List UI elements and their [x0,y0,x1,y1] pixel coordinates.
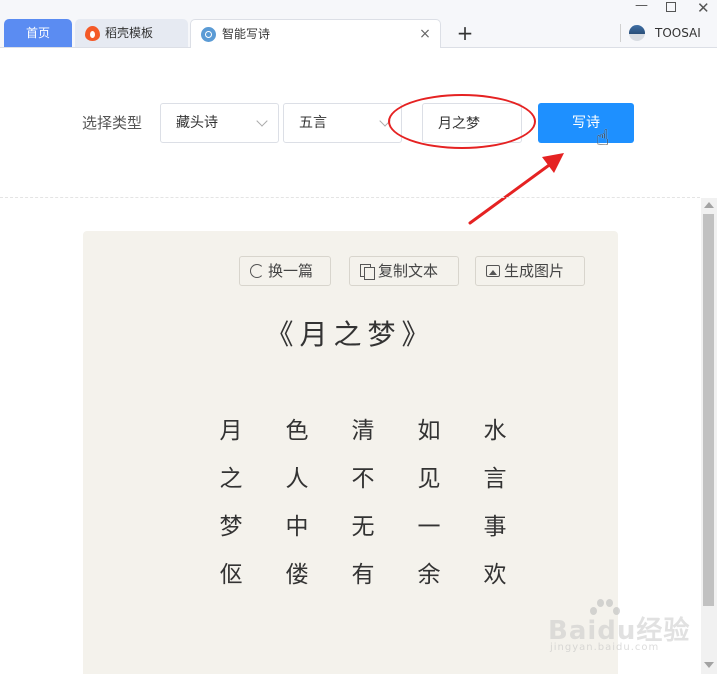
tab-home[interactable]: 首页 [4,19,72,47]
maximize-icon[interactable] [666,2,676,12]
annotation-arrow [468,153,564,225]
hand-cursor-icon: ☝ [596,126,610,151]
daoke-flame-icon [85,26,100,41]
poem-char: 言 [483,466,507,492]
minimize-icon[interactable]: — [635,0,648,13]
image-icon [486,265,500,277]
scrollbar-thumb[interactable] [703,214,714,606]
tab-smart-poem-label: 智能写诗 [222,27,271,41]
user-name[interactable]: TOOSAI [655,25,701,41]
user-avatar[interactable] [629,25,645,41]
divider [620,24,621,42]
poem-char: 见 [417,466,441,492]
close-window-icon[interactable]: ✕ [697,0,710,17]
refresh-icon [250,264,264,278]
scroll-down-icon[interactable] [704,662,714,668]
refresh-label: 换一篇 [268,262,314,280]
baidu-jingyan-watermark: Baidu经验 jingyan.baidu.com [548,598,708,658]
poem-char: 一 [417,514,441,540]
poem-char: 伛 [219,562,243,588]
close-tab-icon[interactable]: × [418,20,432,48]
poem-char: 人 [285,466,309,492]
poem-body: 月 色 清 如 水 之 人 不 见 言 梦 中 无 一 事 伛 偻 有 余 欢 [198,416,528,608]
poem-line: 月 色 清 如 水 [198,416,528,464]
poem-line: 伛 偻 有 余 欢 [198,560,528,608]
section-divider [0,197,700,198]
poem-char: 水 [483,418,507,444]
poem-char: 中 [285,514,309,540]
tab-templates-label: 稻壳模板 [105,26,154,40]
copy-icon [360,264,375,280]
poem-char: 清 [351,418,375,444]
poem-type-value: 藏头诗 [176,115,218,131]
poem-char: 事 [483,514,507,540]
poem-char: 有 [351,562,375,588]
poem-title: 《月之梦》 [265,318,436,351]
poem-char: 如 [417,418,441,444]
poem-char: 偻 [285,562,309,588]
poem-line: 之 人 不 见 言 [198,464,528,512]
poem-char: 不 [351,466,375,492]
tab-smart-poem[interactable]: 智能写诗 × [190,19,441,48]
tab-templates[interactable]: 稻壳模板 [75,19,188,47]
tab-bar: 首页 稻壳模板 智能写诗 × + — ✕ TOOSAI [0,0,717,48]
image-label: 生成图片 [504,262,565,280]
poem-char: 无 [351,514,375,540]
chevron-down-icon [379,115,391,127]
poem-card: 换一篇 复制文本 生成图片 《月之梦》 月 色 清 如 水 之 人 不 见 言 … [83,231,618,674]
chevron-down-icon [256,115,268,127]
poem-app-icon [201,27,216,42]
copy-text-button[interactable]: 复制文本 [349,256,459,286]
poem-length-value: 五言 [299,115,327,131]
poem-char: 之 [219,466,243,492]
watermark-url: jingyan.baidu.com [550,642,660,653]
poem-char: 色 [285,418,309,444]
type-label: 选择类型 [82,114,143,132]
refresh-poem-button[interactable]: 换一篇 [239,256,331,286]
tab-home-label: 首页 [25,26,50,40]
poem-type-select[interactable]: 藏头诗 [160,103,279,143]
poem-char: 欢 [483,562,507,588]
poem-length-select[interactable]: 五言 [283,103,402,143]
poem-line: 梦 中 无 一 事 [198,512,528,560]
poem-char: 梦 [219,514,243,540]
new-tab-button[interactable]: + [455,20,475,46]
copy-label: 复制文本 [378,262,439,280]
poem-char: 余 [417,562,441,588]
scroll-up-icon[interactable] [704,202,714,208]
poem-char: 月 [219,418,243,444]
app-window: 首页 稻壳模板 智能写诗 × + — ✕ TOOSAI 选择类型 藏头诗 五言 … [0,0,717,674]
generate-image-button[interactable]: 生成图片 [475,256,585,286]
